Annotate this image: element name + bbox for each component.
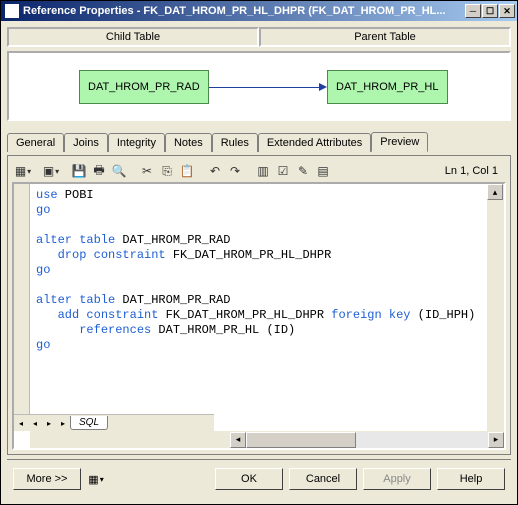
tool1-icon[interactable]: ▥ [254, 162, 272, 180]
app-icon [5, 4, 19, 18]
save-icon[interactable]: 💾 [70, 162, 88, 180]
cursor-position: Ln 1, Col 1 [445, 165, 504, 177]
sql-tab[interactable]: SQL [70, 416, 108, 430]
cut-icon[interactable]: ✂ [138, 162, 156, 180]
horizontal-scrollbar[interactable]: ◂ ▸ [30, 431, 504, 448]
footer-tool-icon[interactable]: ▦▾ [87, 468, 105, 490]
dialog-footer: More >> ▦▾ OK Cancel Apply Help [7, 459, 511, 498]
relationship-diagram: DAT_HROM_PR_RAD DAT_HROM_PR_HL [7, 51, 511, 121]
tab-rules[interactable]: Rules [212, 133, 258, 152]
table-header-row: Child Table Parent Table [7, 27, 511, 47]
tool3-icon[interactable]: ✎ [294, 162, 312, 180]
parent-table-header: Parent Table [259, 27, 511, 47]
cancel-button[interactable]: Cancel [289, 468, 357, 490]
code-editor[interactable]: use POBI go alter table DAT_HROM_PR_RAD … [12, 182, 506, 450]
tab-extended-attributes[interactable]: Extended Attributes [258, 133, 371, 152]
child-entity[interactable]: DAT_HROM_PR_RAD [79, 70, 209, 104]
relationship-arrow [209, 87, 321, 88]
editor-gutter [14, 184, 30, 431]
ok-button[interactable]: OK [215, 468, 283, 490]
tab-preview[interactable]: Preview [371, 132, 428, 152]
titlebar: Reference Properties - FK_DAT_HROM_PR_HL… [1, 1, 517, 21]
tab-integrity[interactable]: Integrity [108, 133, 165, 152]
editor-toolbar: ▦▾ ▣▾ 💾 🖶 🔍 ✂ ⎘ 📋 ↶ ↷ ▥ ☑ ✎ ▤ Ln 1, Col [12, 160, 506, 182]
tab-notes[interactable]: Notes [165, 133, 212, 152]
tab-nav-first-icon[interactable]: ◂ [14, 416, 28, 431]
tool2-icon[interactable]: ☑ [274, 162, 292, 180]
vertical-scrollbar[interactable]: ▴ [487, 184, 504, 431]
scroll-thumb[interactable] [246, 432, 356, 448]
copy-icon[interactable]: ⎘ [158, 162, 176, 180]
undo-icon[interactable]: ↶ [206, 162, 224, 180]
scroll-up-icon[interactable]: ▴ [487, 184, 503, 200]
tab-nav-prev-icon[interactable]: ◂ [28, 416, 42, 431]
arrow-head-icon [319, 83, 327, 91]
tab-general[interactable]: General [7, 133, 64, 152]
run-icon[interactable]: ▦▾ [14, 162, 32, 180]
window-root: Reference Properties - FK_DAT_HROM_PR_HL… [0, 0, 518, 505]
help-button[interactable]: Help [437, 468, 505, 490]
child-table-header: Child Table [7, 27, 259, 47]
parent-entity[interactable]: DAT_HROM_PR_HL [327, 70, 448, 104]
preview-tab-panel: ▦▾ ▣▾ 💾 🖶 🔍 ✂ ⎘ 📋 ↶ ↷ ▥ ☑ ✎ ▤ Ln 1, Col [7, 155, 511, 455]
new-icon[interactable]: ▣▾ [42, 162, 60, 180]
find-icon[interactable]: 🔍 [110, 162, 128, 180]
tool4-icon[interactable]: ▤ [314, 162, 332, 180]
close-button[interactable]: ✕ [499, 4, 515, 18]
editor-bottom-tabs: ◂ ◂ ▸ ▸ SQL [14, 414, 214, 431]
redo-icon[interactable]: ↷ [226, 162, 244, 180]
scroll-left-icon[interactable]: ◂ [230, 432, 246, 448]
tab-nav-last-icon[interactable]: ▸ [56, 416, 70, 431]
print-icon[interactable]: 🖶 [90, 162, 108, 180]
window-title: Reference Properties - FK_DAT_HROM_PR_HL… [23, 5, 465, 17]
code-area[interactable]: use POBI go alter table DAT_HROM_PR_RAD … [30, 184, 487, 414]
minimize-button[interactable]: ─ [465, 4, 481, 18]
tab-nav-next-icon[interactable]: ▸ [42, 416, 56, 431]
maximize-button[interactable]: ☐ [482, 4, 498, 18]
tab-bar: GeneralJoinsIntegrityNotesRulesExtended … [7, 131, 511, 151]
paste-icon[interactable]: 📋 [178, 162, 196, 180]
scroll-right-icon[interactable]: ▸ [488, 432, 504, 448]
tab-joins[interactable]: Joins [64, 133, 108, 152]
more-button[interactable]: More >> [13, 468, 81, 490]
apply-button[interactable]: Apply [363, 468, 431, 490]
